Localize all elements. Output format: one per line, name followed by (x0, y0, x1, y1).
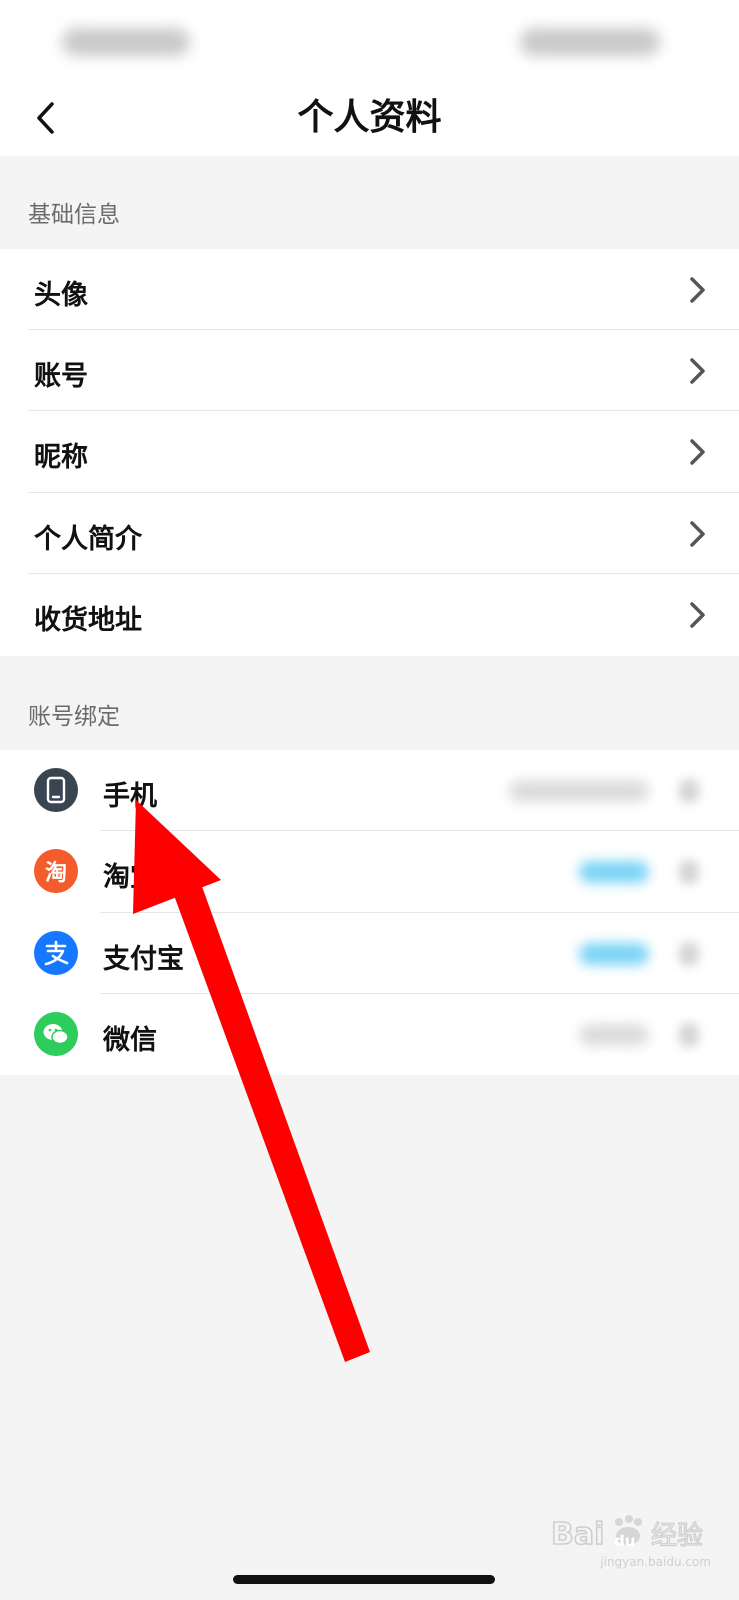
bind-label: 淘宝 (103, 862, 157, 893)
wechat-icon (34, 1012, 78, 1056)
row-label: 头像 (34, 280, 88, 311)
taobao-icon-glyph: 淘 (44, 861, 67, 886)
home-indicator[interactable] (233, 1575, 495, 1584)
svg-text:du: du (614, 1532, 635, 1550)
row-bind-taobao[interactable]: 淘 淘宝 (0, 831, 739, 913)
row-label: 昵称 (34, 442, 88, 473)
status-bar (0, 0, 739, 80)
chevron-right-icon (690, 439, 705, 465)
row-account[interactable]: 账号 (0, 330, 739, 411)
bind-label: 微信 (103, 1025, 157, 1056)
svg-text:Bai: Bai (551, 1517, 604, 1552)
row-bio[interactable]: 个人简介 (0, 493, 739, 574)
row-label: 收货地址 (34, 605, 142, 636)
row-shipping-address[interactable]: 收货地址 (0, 574, 739, 656)
basic-info-list: 头像 账号 昵称 个人简介 收货地址 (0, 249, 739, 656)
chevron-right-icon (679, 779, 699, 803)
phone-number-blurred (509, 780, 649, 802)
chevron-right-icon (690, 277, 705, 303)
row-nickname[interactable]: 昵称 (0, 411, 739, 493)
bind-label: 手机 (103, 781, 157, 812)
baidu-jingyan-watermark: Bai du 经验 (551, 1515, 704, 1553)
row-bind-phone[interactable]: 手机 (0, 750, 739, 831)
alipay-icon (34, 931, 78, 975)
page-title: 个人资料 (297, 97, 442, 138)
row-avatar[interactable]: 头像 (0, 249, 739, 330)
wechat-status-blurred (579, 1024, 649, 1046)
phone-icon (34, 768, 78, 812)
row-bind-wechat[interactable]: 微信 (0, 994, 739, 1075)
alipay-status-blurred (579, 943, 649, 965)
watermark-url: jingyan.baidu.com (600, 1555, 711, 1569)
taobao-icon: 淘 (34, 849, 78, 893)
chevron-right-icon (690, 358, 705, 384)
chevron-right-icon (679, 860, 699, 884)
section-header-basic-info: 基础信息 (28, 202, 120, 228)
row-bind-alipay[interactable]: 支付宝 (0, 913, 739, 994)
account-binding-list: 手机 淘 淘宝 支付宝 微信 (0, 750, 739, 1075)
svg-text:经验: 经验 (651, 1521, 703, 1551)
bind-label: 支付宝 (103, 944, 184, 975)
chevron-right-icon (690, 602, 705, 628)
row-label: 个人简介 (34, 524, 142, 555)
status-icons-blurred (520, 28, 660, 56)
taobao-status-blurred (579, 861, 649, 883)
row-label: 账号 (34, 361, 88, 392)
section-header-account-binding: 账号绑定 (28, 704, 120, 730)
nav-bar: 个人资料 (0, 80, 739, 156)
chevron-right-icon (679, 1023, 699, 1047)
back-button[interactable] (26, 94, 66, 142)
status-time-blurred (62, 28, 190, 56)
chevron-left-icon (37, 102, 54, 134)
chevron-right-icon (690, 521, 705, 547)
chevron-right-icon (679, 942, 699, 966)
